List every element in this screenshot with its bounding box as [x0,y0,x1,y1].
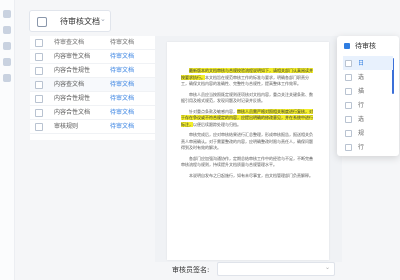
row-checkbox[interactable] [35,109,43,117]
row-checkbox[interactable] [35,95,43,103]
paragraph-text: 以便后续跟踪处理与归档。 [193,121,241,127]
option-checkbox [345,144,352,151]
dropdown-label: 待审核文档 [60,17,100,26]
popup-option[interactable]: 日 [343,56,393,70]
popup-option[interactable]: 描 [343,84,393,98]
row-link[interactable]: 待审文档 [110,121,134,130]
row-checkbox[interactable] [35,53,43,61]
row-checkbox[interactable] [35,67,43,75]
row-link[interactable]: 待审文档 [110,79,134,88]
popup-option[interactable]: 选 [343,70,393,84]
row-title: 内容合性文档 [54,109,91,116]
document-paragraph: 审核完成后，应对审核结果进行汇总整理，形成审核报告，报送相关负责人审阅确认。对于… [181,132,313,150]
filter-popup: 待审核 日 选 描 行 选 规 行 [337,36,399,156]
document-paragraph: 本说明自发布之日起施行，如有未尽事宜，由文档管理部门负责解释。 [189,172,313,178]
row-title: 内容审性文档 [54,53,91,60]
document-preview-panel: 最新版本的文档审核与合规校验流程说明如下，请相关部门认真阅读并按要求执行。本文档… [155,36,342,262]
popup-option[interactable]: 行 [343,140,393,154]
header-col2: 待审文档 [110,39,135,46]
popup-option[interactable]: 选 [343,112,393,126]
checkbox-checked-icon [344,43,350,49]
table-row[interactable]: 审核规则 待审文档 [30,120,166,134]
option-label: 选 [358,116,365,123]
document-page: 最新版本的文档审核与合规校验流程说明如下，请相关部门认真阅读并按要求执行。本文档… [167,42,329,260]
row-link[interactable]: 待审文档 [110,51,134,60]
checkbox-icon [37,17,47,27]
option-label: 行 [358,102,365,109]
chevron-down-icon: ⌄ [324,264,330,271]
popup-option[interactable]: 行 [343,98,393,112]
top-bar: 待审核文档 ⌄ [15,0,400,36]
table-row[interactable]: 内容审性文档 待审文档 [30,50,166,64]
row-link[interactable]: 待审文档 [110,93,134,102]
main-area: 待审核文档 ⌄ 待审查文档 待审文档 内容审性文档 待审文档 内容合性规性 待审… [15,0,400,280]
signature-label: 审核员签名: [172,266,210,274]
table-header: 待审查文档 待审文档 [30,36,166,50]
table-row[interactable]: 内容合性规性 待审文档 [30,64,166,78]
home-icon[interactable] [3,10,11,18]
document-paragraph: 针对重点条款及敏感内容，审核人员需严格对照相关制度进行复核，对于存在争议或不符合… [167,108,329,129]
popup-option[interactable]: 规 [343,126,393,140]
option-checkbox [345,116,352,123]
row-title: 内容查文档 [54,81,85,88]
paragraph-text: 针对重点条款及敏感内容， [189,108,237,114]
option-label: 选 [358,74,365,81]
option-label: 行 [358,144,365,151]
option-checkbox [345,74,352,81]
settings-icon[interactable] [3,74,11,82]
row-link[interactable]: 待审文档 [110,65,134,74]
row-link[interactable]: 待审文档 [110,107,134,116]
document-paragraph: 各部门应加强沟通协作，定期总结审核工作中的经验与不足，不断完善审核流程与规则，持… [181,155,313,168]
option-checkbox [345,102,352,109]
option-checkbox [345,88,352,95]
option-label: 规 [358,130,365,137]
option-checkbox [345,60,352,67]
row-title: 内容合性规性 [54,95,91,102]
row-checkbox[interactable] [35,81,43,89]
folder-icon[interactable] [3,58,11,66]
document-table: 待审查文档 待审文档 内容审性文档 待审文档 内容合性规性 待审文档 内容查文档… [30,36,166,140]
option-checkbox [345,130,352,137]
table-row[interactable]: 内容合性规性 待审文档 [30,92,166,106]
option-label: 日 [358,60,365,67]
popup-header[interactable]: 待审核 [337,40,399,52]
document-paragraph: 审核人员应当按照既定规则逐项核对文档内容，重点关注关键条款、数据引用及格式规范，… [181,91,313,104]
table-row[interactable]: 内容合性文档 待审文档 [30,106,166,120]
option-label: 描 [358,88,365,95]
sidebar [0,0,15,280]
document-paragraph: 最新版本的文档审核与合规校验流程说明如下，请相关部门认真阅读并按要求执行。本文档… [167,68,329,88]
header-col1: 待审查文档 [54,39,85,46]
document-icon[interactable] [3,26,11,34]
signature-bar: 审核员签名: ⌄ [155,262,342,280]
row-title: 内容合性规性 [54,67,91,74]
list-icon[interactable] [3,42,11,50]
row-checkbox[interactable] [35,123,43,131]
document-filter-dropdown[interactable]: 待审核文档 ⌄ [29,10,111,32]
chevron-down-icon: ⌄ [100,15,106,23]
select-all-checkbox[interactable] [35,39,43,47]
signature-select[interactable]: ⌄ [217,262,335,276]
popup-title: 待审核 [355,42,376,50]
row-title: 审核规则 [54,123,79,130]
table-row[interactable]: 内容查文档 待审文档 [30,78,166,92]
